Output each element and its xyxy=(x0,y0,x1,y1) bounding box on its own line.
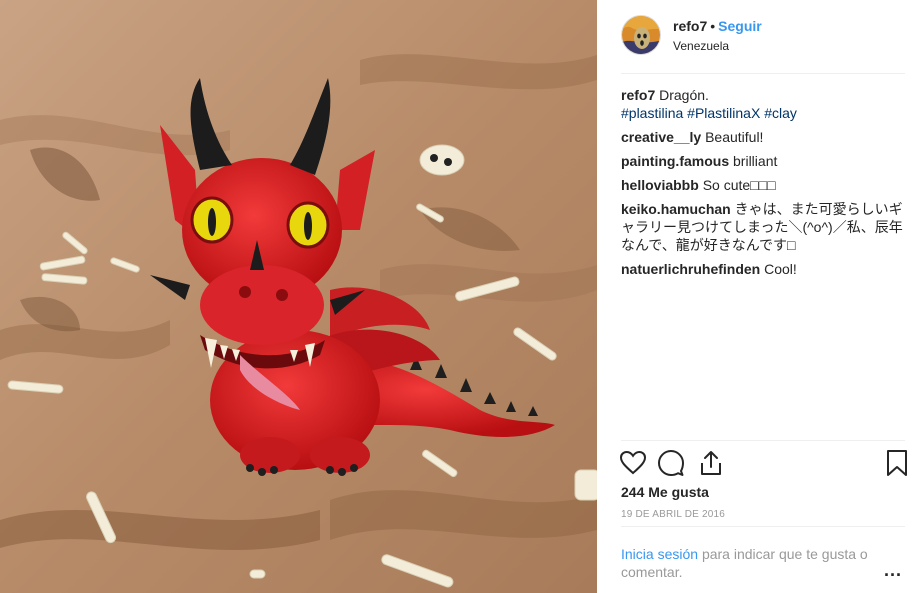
list-item: creative__ly Beautiful! xyxy=(621,128,905,146)
follow-button[interactable]: Seguir xyxy=(718,18,762,34)
clay-dragon-image xyxy=(0,0,597,593)
bookmark-icon[interactable] xyxy=(883,449,911,477)
comment-icon[interactable] xyxy=(657,449,685,477)
list-item: natuerlichruhefinden Cool! xyxy=(621,260,905,278)
like-count[interactable]: 244 Me gusta xyxy=(621,484,709,500)
login-prompt: Inicia sesión para indicar que te gusta … xyxy=(621,526,905,581)
separator-dot: • xyxy=(710,18,716,34)
comment-text: So cute□□□ xyxy=(702,177,776,193)
comment-username[interactable]: natuerlichruhefinden xyxy=(621,261,760,277)
list-item: painting.famous brilliant xyxy=(621,152,905,170)
comment-text: Beautiful! xyxy=(705,129,764,145)
caption: refo7 Dragón. #plastilina #PlastilinaX #… xyxy=(621,86,905,122)
share-icon[interactable] xyxy=(697,449,725,477)
avatar[interactable] xyxy=(621,15,661,55)
list-item: helloviabbb So cute□□□ xyxy=(621,176,905,194)
post-details-panel: refo7 • Seguir Venezuela refo7 Dragón. #pl… xyxy=(597,0,912,593)
post-author-username[interactable]: refo7 xyxy=(673,18,707,34)
login-link[interactable]: Inicia sesión xyxy=(621,546,698,562)
comment-username[interactable]: creative__ly xyxy=(621,129,701,145)
post-date[interactable]: 19 DE ABRIL DE 2016 xyxy=(621,509,725,520)
caption-text: Dragón. xyxy=(659,87,709,103)
heart-icon[interactable] xyxy=(619,449,647,477)
list-item: keiko.hamuchan きゃは、また可愛らしいギャラリー見つけてしまった＼… xyxy=(621,200,905,254)
comment-username[interactable]: painting.famous xyxy=(621,153,729,169)
comment-username[interactable]: keiko.hamuchan xyxy=(621,201,731,217)
comments-list: refo7 Dragón. #plastilina #PlastilinaX #… xyxy=(621,86,905,284)
more-options-button[interactable]: ... xyxy=(884,560,902,581)
caption-hashtags[interactable]: #plastilina #PlastilinaX #clay xyxy=(621,105,797,121)
caption-username[interactable]: refo7 xyxy=(621,87,655,103)
action-bar xyxy=(619,440,907,480)
post-photo[interactable] xyxy=(0,0,597,593)
comment-text: brilliant xyxy=(733,153,778,169)
comment-username[interactable]: helloviabbb xyxy=(621,177,699,193)
comment-text: Cool! xyxy=(764,261,797,277)
post-location[interactable]: Venezuela xyxy=(673,38,762,54)
post-header: refo7 • Seguir Venezuela xyxy=(621,14,905,74)
